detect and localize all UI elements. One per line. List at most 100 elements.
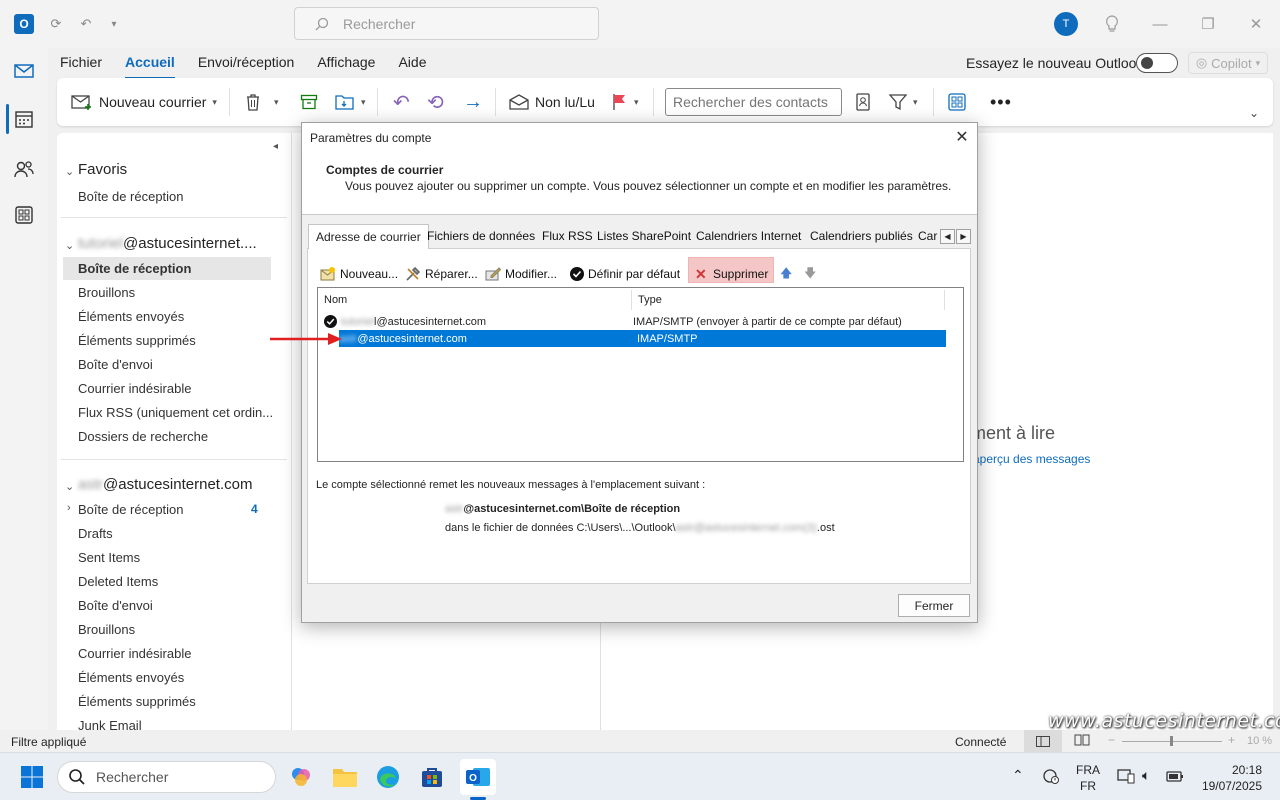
tab-email-addresses[interactable]: Adresse de courrier [308,224,429,249]
apps-button[interactable] [948,89,966,115]
new-mail-button[interactable]: Nouveau courrier ▾ [71,89,217,115]
menu-envoi-reception[interactable]: Envoi/réception [186,54,306,72]
folder-sent-items[interactable]: Sent Items [78,550,140,565]
search-box[interactable]: Rechercher [294,7,599,40]
move-up-icon[interactable]: 🡅 [780,263,792,285]
tab-sharepoint-lists[interactable]: Listes SharePoint [592,229,696,249]
favorites-header[interactable]: Favoris [78,161,127,178]
reading-preview-link[interactable]: aperçu des messages [973,452,1090,466]
reply-button[interactable]: ↶ [393,89,410,115]
close-window-button[interactable]: ✕ [1246,14,1266,34]
chevron-down-icon[interactable]: ⌄ [65,239,74,252]
chevron-right-icon[interactable]: › [67,502,71,514]
fav-inbox[interactable]: Boîte de réception [78,189,184,204]
folder-search[interactable]: Dossiers de recherche [78,429,208,444]
minimize-button[interactable]: — [1150,14,1170,34]
account-row[interactable]: tutoriell@astucesinternet.com IMAP/SMTP … [322,313,946,330]
outlook-app-icon[interactable]: O [460,759,496,795]
repair-button[interactable]: Réparer... [405,263,478,285]
more-options-button[interactable]: ••• [990,89,1012,115]
ribbon-collapse-icon[interactable]: ⌄ [1249,100,1259,126]
account-1-header[interactable]: tutoriel@astucesinternet.... [78,235,257,252]
folder-sent[interactable]: Éléments envoyés [78,309,184,324]
calendar-icon[interactable] [13,108,35,130]
undo-icon[interactable]: ↶ [76,14,96,34]
apps-icon[interactable] [13,204,35,226]
folder-brouillons-2[interactable]: Brouillons [78,622,135,637]
tab-published-calendars[interactable]: Calendriers publiés [805,229,918,249]
menu-fichier[interactable]: Fichier [48,54,113,72]
normal-view-button[interactable] [1024,730,1062,752]
folder-inbox-2[interactable]: Boîte de réception [78,502,184,517]
lightbulb-icon[interactable] [1102,14,1122,34]
copilot-button[interactable]: ◎ Copilot ▾ [1188,52,1268,74]
column-header-name[interactable]: Nom [324,294,347,306]
new-account-button[interactable]: Nouveau... [320,263,398,285]
taskbar-search[interactable]: Rechercher [57,761,276,793]
folder-junk[interactable]: Courrier indésirable [78,381,191,396]
read-unread-button[interactable]: Non lu/Lu [509,89,595,115]
folder-outbox-2[interactable]: Boîte d'envoi [78,598,153,613]
folder-deleted-2[interactable]: Éléments supprimés [78,694,196,709]
folder-sent-2[interactable]: Éléments envoyés [78,670,184,685]
menu-accueil[interactable]: Accueil [113,54,186,79]
zoom-out-icon[interactable]: − [1108,733,1115,747]
copilot-app-icon[interactable] [285,761,317,793]
maximize-button[interactable]: ❐ [1198,14,1218,34]
archive-button[interactable] [300,89,318,115]
start-button[interactable] [16,761,48,793]
folder-junk-email[interactable]: Junk Email [78,718,142,730]
account-row-selected[interactable]: astr@astucesinternet.com IMAP/SMTP [339,330,946,347]
show-hidden-icons[interactable]: ⌃ [1012,767,1024,784]
folder-deleted-items[interactable]: Deleted Items [78,574,158,589]
chevron-down-icon[interactable]: ⌄ [65,165,74,178]
battery-icon[interactable] [1166,768,1184,784]
forward-button[interactable]: → [463,89,483,115]
language-indicator[interactable]: FRA FR [1076,762,1100,794]
reply-all-button[interactable]: ⟲ [427,89,444,115]
file-explorer-icon[interactable] [329,761,361,793]
contact-search-input[interactable] [665,88,842,116]
tab-internet-calendars[interactable]: Calendriers Internet [691,229,806,249]
tab-rss-feeds[interactable]: Flux RSS [537,229,598,249]
tab-address-books[interactable]: Car [916,229,940,249]
filter-button[interactable]: ▾ [889,89,918,115]
column-header-type[interactable]: Type [638,294,662,306]
modify-button[interactable]: Modifier... [485,263,557,285]
flag-button[interactable]: ▾ [612,89,639,115]
close-icon[interactable]: ✕ [952,127,972,147]
avatar[interactable]: T [1054,12,1078,36]
people-icon[interactable] [13,158,35,180]
sync-icon[interactable]: ⟳ [46,14,66,34]
mail-icon[interactable] [13,60,35,82]
folder-rss[interactable]: Flux RSS (uniquement cet ordin... [78,405,273,420]
volume-icon[interactable]: 🔈︎ [1142,767,1150,784]
collapse-pane-icon[interactable]: ◂ [273,141,278,152]
clock[interactable]: 20:18 19/07/2025 [1196,762,1262,794]
delete-mail-button[interactable]: ▾ [244,89,279,115]
menu-aide[interactable]: Aide [386,54,437,72]
edge-browser-icon[interactable] [372,761,404,793]
new-outlook-toggle[interactable] [1136,53,1178,73]
account-2-header[interactable]: astr@astucesinternet.com [78,476,252,493]
store-icon[interactable] [416,761,448,793]
chevron-down-icon[interactable]: ⌄ [65,480,74,493]
customize-toolbar-icon[interactable]: ▾ [104,14,124,34]
zoom-in-icon[interactable]: + [1228,733,1235,747]
reading-view-button[interactable] [1074,734,1090,746]
folder-drafts-2[interactable]: Drafts [78,526,113,541]
tab-data-files[interactable]: Fichiers de données [422,229,540,249]
address-book-button[interactable] [855,89,871,115]
folder-outbox[interactable]: Boîte d'envoi [78,357,153,372]
close-button[interactable]: Fermer [898,594,970,617]
delete-account-button[interactable]: ✕ Supprimer [695,263,768,285]
move-button[interactable]: ▾ [335,89,366,115]
set-default-button[interactable]: Définir par défaut [570,263,680,285]
accounts-list[interactable]: Nom Type tutoriell@astucesinternet.com I… [317,287,964,462]
move-down-icon[interactable]: 🡇 [804,263,816,285]
folder-junk-2[interactable]: Courrier indésirable [78,646,191,661]
device-icon[interactable] [1117,768,1135,784]
network-status-icon[interactable] [1042,768,1060,784]
folder-deleted[interactable]: Éléments supprimés [78,333,196,348]
folder-drafts[interactable]: Brouillons [78,285,135,300]
